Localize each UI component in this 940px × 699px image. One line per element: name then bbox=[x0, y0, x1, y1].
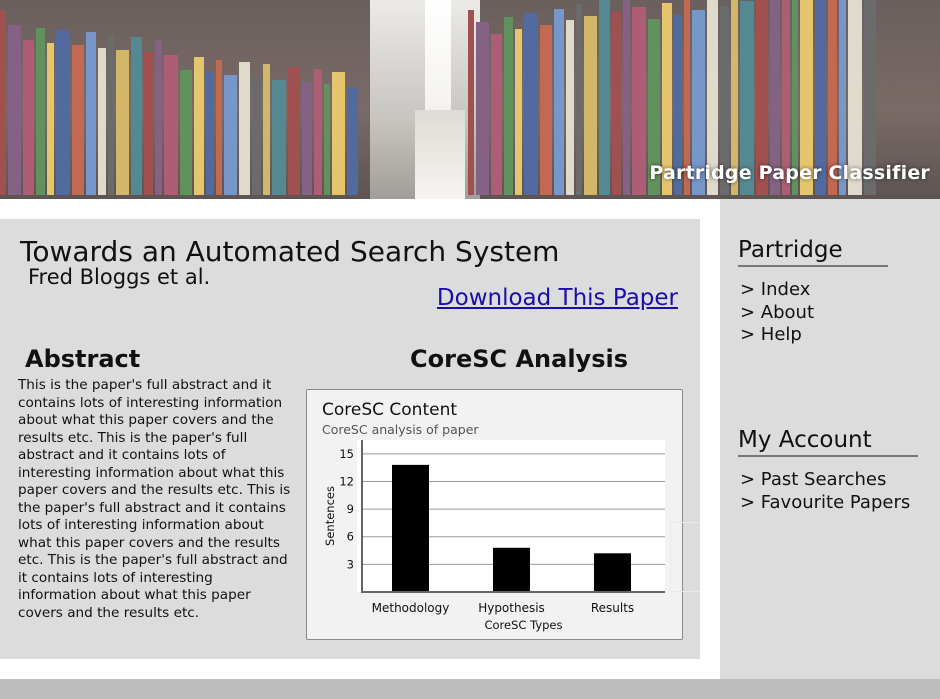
x-tick-label: Hypothesis bbox=[478, 601, 545, 615]
bar-hypothesis bbox=[493, 547, 530, 592]
sidebar-item-past-searches[interactable]: > Past Searches bbox=[740, 469, 910, 492]
account-nav: > Past Searches > Favourite Papers bbox=[740, 469, 910, 514]
sidebar: Partridge > Index > About > Help My Acco… bbox=[720, 199, 940, 679]
y-tick-label: 12 bbox=[339, 474, 354, 488]
paper-panel: Towards an Automated Search System Fred … bbox=[0, 219, 700, 659]
y-tick-label: 15 bbox=[339, 447, 354, 461]
footer-bar bbox=[0, 679, 940, 699]
sidebar-heading-my-account: My Account bbox=[738, 427, 918, 457]
y-tick-label: 3 bbox=[347, 557, 354, 571]
bar-results bbox=[594, 553, 631, 592]
coresc-analysis-heading: CoreSC Analysis bbox=[410, 345, 628, 373]
x-axis-label: CoreSC Types bbox=[484, 618, 562, 632]
paper-title: Towards an Automated Search System bbox=[20, 235, 560, 268]
sidebar-item-index[interactable]: > Index bbox=[740, 279, 814, 302]
header-banner: Partridge Paper Classifier bbox=[0, 0, 940, 199]
faint-frame bbox=[670, 522, 700, 592]
sidebar-item-help[interactable]: > Help bbox=[740, 324, 814, 347]
site-title: Partridge Paper Classifier bbox=[649, 162, 930, 184]
coresc-chart: CoreSC Content CoreSC analysis of paper … bbox=[306, 389, 683, 640]
chart-plot: 3 6 9 12 15 Methodology Hypothesis Results CoreS… bbox=[323, 440, 665, 632]
abstract-text: This is the paper's full abstract and it… bbox=[18, 377, 291, 621]
sidebar-nav: > Index > About > Help bbox=[740, 279, 814, 347]
y-tick-label: 9 bbox=[347, 502, 354, 516]
paper-authors: Fred Bloggs et al. bbox=[28, 265, 211, 289]
y-axis-label: Sentences bbox=[323, 486, 337, 546]
abstract-heading: Abstract bbox=[25, 345, 141, 373]
x-tick-label: Methodology bbox=[372, 601, 450, 615]
sidebar-item-favourite-papers[interactable]: > Favourite Papers bbox=[740, 492, 910, 515]
y-tick-label: 6 bbox=[347, 530, 354, 544]
sidebar-item-about[interactable]: > About bbox=[740, 302, 814, 325]
sidebar-heading-partridge: Partridge bbox=[738, 237, 888, 267]
bar-methodology bbox=[392, 464, 429, 592]
download-paper-link[interactable]: Download This Paper bbox=[437, 285, 678, 311]
x-tick-label: Results bbox=[591, 601, 634, 615]
